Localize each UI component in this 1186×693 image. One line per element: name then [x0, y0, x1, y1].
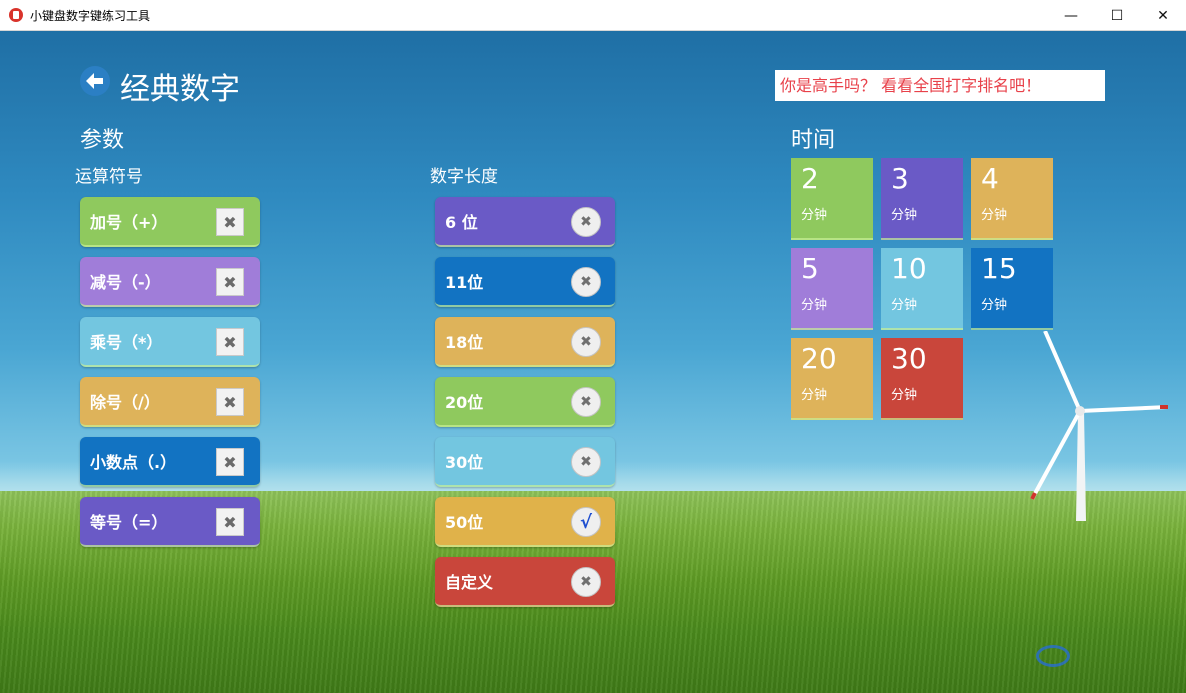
time-unit: 分钟	[801, 298, 828, 313]
page-title: 经典数字	[120, 72, 240, 107]
app-icon	[9, 8, 23, 22]
time-unit: 分钟	[981, 298, 1008, 313]
length-title: 数字长度	[430, 167, 498, 187]
time-value: 5	[801, 252, 819, 285]
option-label: 除号（/）	[90, 393, 160, 412]
time-value: 20	[801, 342, 837, 375]
close-icon: ✕	[1157, 7, 1169, 24]
time-value: 30	[891, 342, 927, 375]
window-title: 小键盘数字键练习工具	[30, 9, 151, 23]
arrow-left-icon	[86, 73, 103, 89]
length-option-6[interactable]: 6 位 ✖	[435, 197, 615, 247]
minimize-button[interactable]: —	[1048, 0, 1094, 31]
params-title: 参数	[80, 128, 125, 153]
unchecked-icon[interactable]: ✖	[571, 447, 601, 477]
time-unit: 分钟	[891, 208, 918, 223]
option-label: 自定义	[445, 573, 494, 592]
unchecked-icon[interactable]: ✖	[216, 268, 244, 296]
time-value: 2	[801, 162, 819, 195]
unchecked-icon[interactable]: ✖	[571, 207, 601, 237]
option-label: 20位	[445, 393, 484, 412]
length-option-50[interactable]: 50位 √	[435, 497, 615, 547]
option-label: 减号（-）	[90, 273, 161, 292]
length-option-18[interactable]: 18位 ✖	[435, 317, 615, 367]
option-label: 6 位	[445, 213, 478, 232]
close-button[interactable]: ✕	[1140, 0, 1186, 31]
length-option-20[interactable]: 20位 ✖	[435, 377, 615, 427]
unchecked-icon[interactable]: ✖	[571, 387, 601, 417]
time-tile-20[interactable]: 20 分钟	[791, 338, 873, 420]
unchecked-icon[interactable]: ✖	[216, 208, 244, 236]
option-label: 小数点（.）	[90, 453, 177, 472]
unchecked-icon[interactable]: ✖	[571, 567, 601, 597]
length-option-30[interactable]: 30位 ✖	[435, 437, 615, 487]
checkmark-icon[interactable]: √	[571, 507, 601, 537]
operator-option-plus[interactable]: 加号（+） ✖	[80, 197, 260, 247]
watermark-logo	[1036, 645, 1070, 667]
time-unit: 分钟	[891, 388, 918, 403]
unchecked-icon[interactable]: ✖	[571, 267, 601, 297]
length-option-11[interactable]: 11位 ✖	[435, 257, 615, 307]
option-label: 乘号（*）	[90, 333, 163, 352]
maximize-button[interactable]: ☐	[1094, 0, 1140, 31]
operator-option-multiply[interactable]: 乘号（*） ✖	[80, 317, 260, 367]
time-unit: 分钟	[801, 208, 828, 223]
window-titlebar: 小键盘数字键练习工具 — ☐ ✕	[0, 0, 1186, 31]
time-tile-30[interactable]: 30 分钟	[881, 338, 963, 420]
time-value: 15	[981, 252, 1017, 285]
operator-option-equals[interactable]: 等号（=） ✖	[80, 497, 260, 547]
time-title: 时间	[791, 128, 836, 153]
time-value: 10	[891, 252, 927, 285]
unchecked-icon[interactable]: ✖	[216, 388, 244, 416]
time-value: 4	[981, 162, 999, 195]
unchecked-icon[interactable]: ✖	[216, 448, 244, 476]
operator-option-minus[interactable]: 减号（-） ✖	[80, 257, 260, 307]
minimize-icon: —	[1064, 7, 1078, 24]
length-option-custom[interactable]: 自定义 ✖	[435, 557, 615, 607]
option-label: 50位	[445, 513, 484, 532]
time-unit: 分钟	[981, 208, 1008, 223]
back-button[interactable]	[80, 66, 110, 96]
time-tile-5[interactable]: 5 分钟	[791, 248, 873, 330]
operators-title: 运算符号	[75, 167, 143, 187]
option-label: 30位	[445, 453, 484, 472]
time-tile-2[interactable]: 2 分钟	[791, 158, 873, 240]
time-unit: 分钟	[801, 388, 828, 403]
time-tile-15[interactable]: 15 分钟	[971, 248, 1053, 330]
operator-option-decimal[interactable]: 小数点（.） ✖	[80, 437, 260, 487]
time-tile-4[interactable]: 4 分钟	[971, 158, 1053, 240]
option-label: 18位	[445, 333, 484, 352]
maximize-icon: ☐	[1110, 7, 1124, 24]
ranking-link[interactable]: 你是高手吗？ 看看全国打字排名吧！	[775, 70, 1105, 101]
unchecked-icon[interactable]: ✖	[571, 327, 601, 357]
option-label: 等号（=）	[90, 513, 168, 532]
time-value: 3	[891, 162, 909, 195]
option-label: 加号（+）	[90, 213, 168, 232]
operator-option-divide[interactable]: 除号（/） ✖	[80, 377, 260, 427]
unchecked-icon[interactable]: ✖	[216, 508, 244, 536]
unchecked-icon[interactable]: ✖	[216, 328, 244, 356]
time-tile-10[interactable]: 10 分钟	[881, 248, 963, 330]
time-unit: 分钟	[891, 298, 918, 313]
option-label: 11位	[445, 273, 484, 292]
time-tile-3[interactable]: 3 分钟	[881, 158, 963, 240]
wind-turbine	[1030, 331, 1169, 521]
